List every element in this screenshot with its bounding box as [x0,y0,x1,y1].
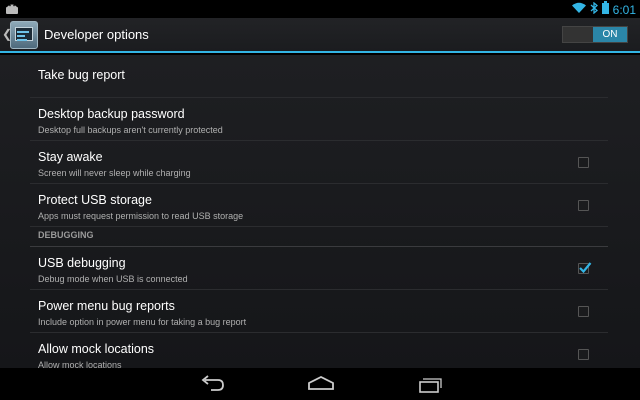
stay-awake-checkbox[interactable] [578,157,589,168]
back-icon[interactable] [197,374,227,394]
preference-list-container[interactable]: Take bug report Desktop backup password … [0,55,640,368]
section-title: DEBUGGING [38,230,94,240]
pref-summary: Allow mock locations [38,360,122,368]
pref-title: Desktop backup password [38,107,185,121]
pref-summary: Screen will never sleep while charging [38,168,191,178]
pref-usb-debugging[interactable]: USB debugging Debug mode when USB is con… [30,247,608,290]
pref-power-menu-bug-reports[interactable]: Power menu bug reports Include option in… [30,290,608,333]
pref-summary: Debug mode when USB is connected [38,274,188,284]
pref-take-bug-report[interactable]: Take bug report [30,55,608,98]
checkmark-icon [579,262,592,274]
pref-stay-awake[interactable]: Stay awake Screen will never sleep while… [30,141,608,184]
pref-allow-mock-locations[interactable]: Allow mock locations Allow mock location… [30,333,608,368]
wifi-icon [571,1,586,19]
pref-title: Protect USB storage [38,193,152,207]
action-bar: ❮ Developer options ON [0,18,640,53]
protect-usb-storage-checkbox[interactable] [578,200,589,211]
status-bar: 6:01 [0,0,640,18]
page-title: Developer options [44,27,149,42]
pref-desktop-backup-password[interactable]: Desktop backup password Desktop full bac… [30,98,608,141]
bluetooth-icon [590,1,598,19]
pref-title: Power menu bug reports [38,299,175,313]
pref-summary: Include option in power menu for taking … [38,317,247,327]
battery-icon [601,1,609,19]
navigation-bar [0,368,640,400]
toggle-on-label: ON [593,27,627,42]
developer-options-app-icon[interactable] [10,21,38,49]
home-icon[interactable] [306,374,336,394]
clock: 6:01 [612,3,636,17]
pref-protect-usb-storage[interactable]: Protect USB storage Apps must request pe… [30,184,608,227]
developer-options-toggle[interactable]: ON [562,26,628,43]
pref-title: Take bug report [38,68,125,82]
preference-list: Take bug report Desktop backup password … [30,55,608,368]
usb-debugging-checkbox[interactable] [578,262,592,274]
recent-apps-icon[interactable] [415,374,445,394]
allow-mock-locations-checkbox[interactable] [578,349,589,360]
pref-summary: Desktop full backups aren't currently pr… [38,125,223,135]
pref-title: Stay awake [38,150,103,164]
section-header-debugging: DEBUGGING [30,227,608,247]
pref-title: Allow mock locations [38,342,155,356]
pref-title: USB debugging [38,256,126,270]
power-menu-bug-reports-checkbox[interactable] [578,306,589,317]
pref-summary: Apps must request permission to read USB… [38,211,244,221]
